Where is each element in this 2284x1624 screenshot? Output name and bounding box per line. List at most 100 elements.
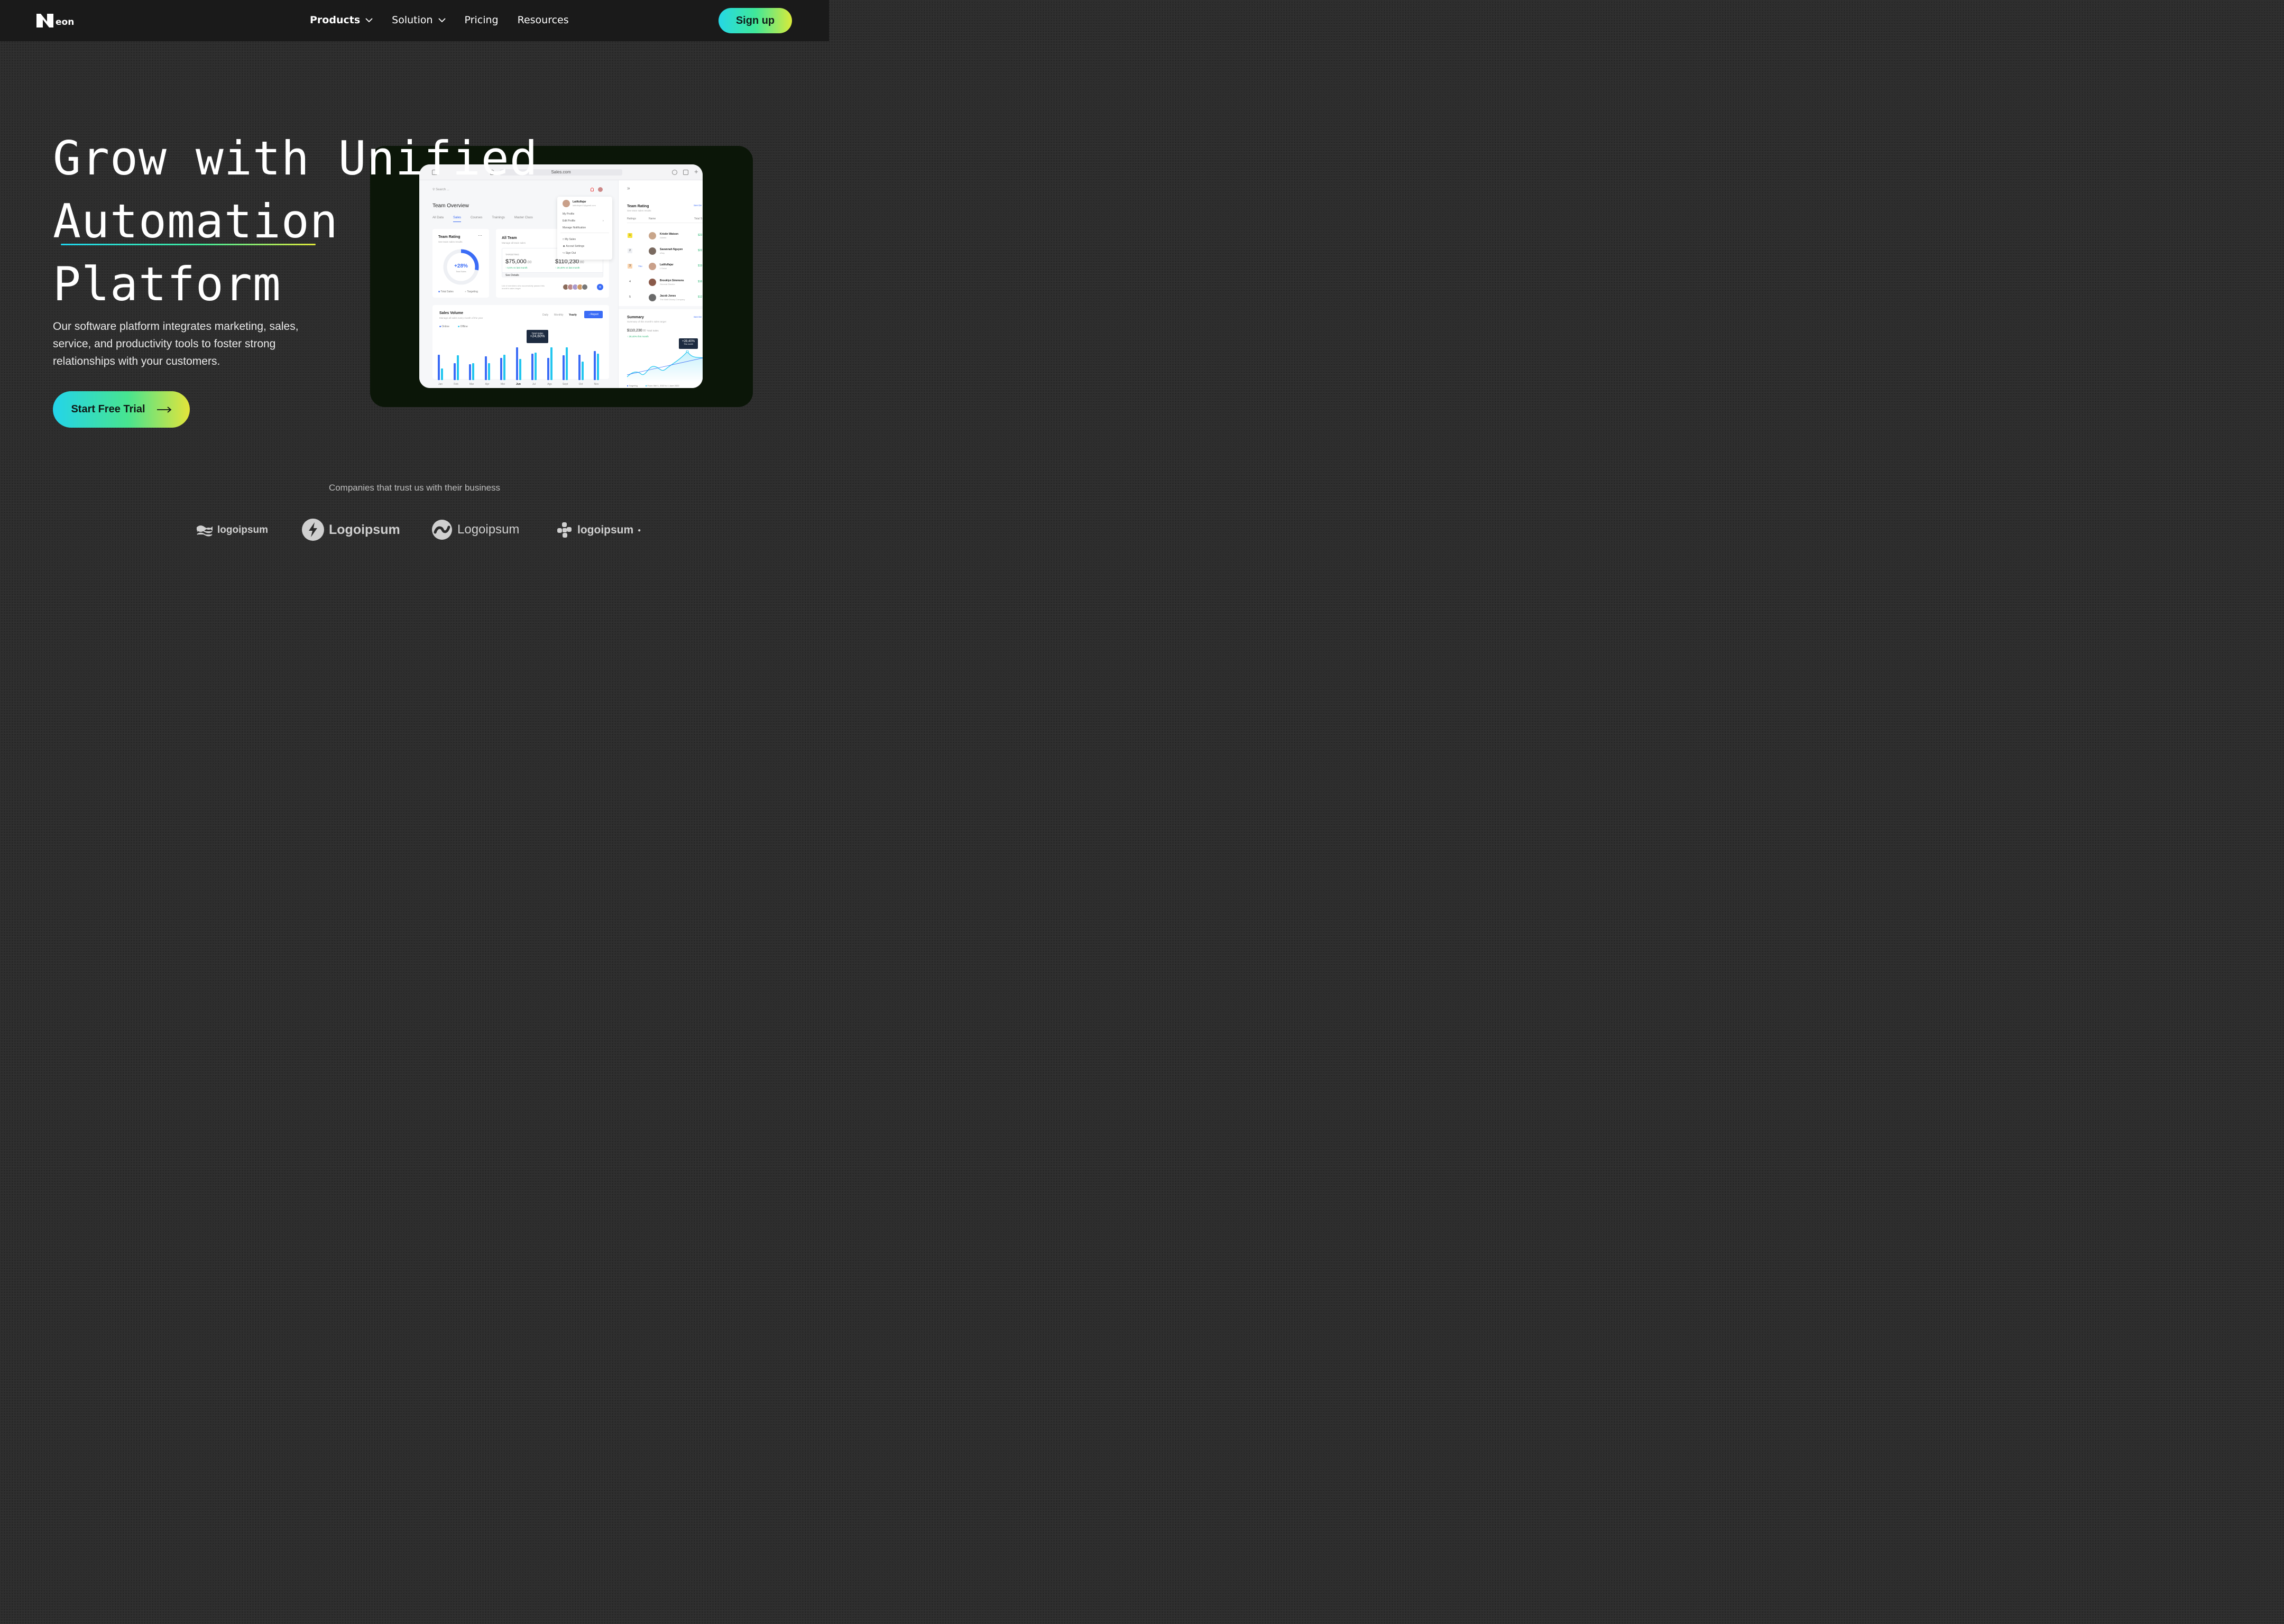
person-name: Brooklyn Simmons [660, 279, 684, 282]
bar-online-nov[interactable] [594, 351, 596, 380]
bar-offline-feb[interactable] [456, 355, 459, 380]
summary-legend-range: ■ From: Mei 1, 2022 to 1 June 2022 [646, 384, 679, 387]
pinwheel-logo-icon [557, 522, 572, 538]
menu-item-my-sales[interactable]: □ My Sales [563, 238, 576, 241]
bar-offline-mei[interactable] [503, 355, 505, 380]
hero-title-line: Platform [53, 257, 281, 311]
month-label: Mar [469, 383, 474, 386]
menu-item-edit-profile[interactable]: Edit Profile [563, 219, 575, 223]
month-label: Ags [547, 383, 552, 386]
col-total[interactable]: Total S [694, 217, 702, 220]
month-label: Apr [485, 383, 490, 386]
col-ratings[interactable]: Ratings [627, 217, 636, 220]
period-monthly[interactable]: Monthly [554, 313, 564, 317]
summary-tooltip: +28,40% This month [679, 338, 698, 349]
chevron-down-icon [365, 17, 373, 22]
partner-logo: Logoipsum [301, 518, 400, 541]
bell-icon[interactable] [591, 188, 594, 191]
bar-offline-sept[interactable] [566, 347, 568, 380]
avatar [649, 279, 656, 286]
legend-online: ■ Online [439, 325, 449, 328]
menu-item-account-settings[interactable]: ☻ Accout Settings [563, 245, 584, 248]
avatar[interactable] [598, 187, 603, 192]
you-tag: You [638, 265, 642, 267]
hero-title-line: Grow with Unified [53, 131, 538, 186]
col-name[interactable]: Name [649, 217, 656, 220]
month-label: Nov [594, 383, 599, 386]
period-daily[interactable]: Daily [542, 313, 548, 317]
person-name: Savannah Nguyen [660, 248, 683, 251]
report-button[interactable]: ↓ Report [584, 311, 603, 318]
avatar [649, 232, 656, 239]
period-yearly[interactable]: Yearly [569, 313, 577, 317]
profile-name: Latifulfajar [573, 200, 586, 204]
bar-online-jun[interactable] [515, 347, 518, 380]
url-text: Sales.com [551, 170, 571, 174]
bar-online-oct[interactable] [578, 355, 581, 380]
menu-item-my-profile[interactable]: My Profile [563, 213, 574, 216]
bar-online-apr[interactable] [484, 356, 487, 380]
nav-item-products[interactable]: Products [310, 14, 373, 26]
bar-online-jul[interactable] [531, 354, 533, 380]
divider [619, 306, 703, 309]
rank-badge: 3 [628, 264, 632, 269]
team-rating-side-panel: » Team Rating See team sales results See… [618, 180, 703, 388]
bar-online-jan[interactable] [438, 355, 440, 380]
bar-offline-apr[interactable] [487, 363, 490, 380]
start-free-trial-button[interactable]: Start Free Trial [53, 391, 190, 428]
person-company: The Walt Disney Company [660, 298, 685, 301]
expand-icon[interactable]: » [627, 186, 630, 191]
person-total: $16 [698, 280, 703, 283]
brand-logo[interactable]: eon [36, 14, 74, 27]
person-total: $22 [698, 249, 703, 252]
nav-item-label: Resources [517, 14, 569, 26]
bar-offline-nov[interactable] [597, 354, 599, 380]
bar-offline-jul[interactable] [535, 353, 537, 380]
partner-logo: Logoipsum [431, 520, 519, 540]
month-label: Jul [532, 383, 536, 386]
hero-title: Grow with Unified Automation Platform [53, 127, 538, 316]
bar-online-feb[interactable] [453, 363, 456, 380]
person-total: $12 [698, 296, 703, 299]
registered-dot-icon: ● [638, 527, 641, 533]
see-details-link[interactable]: See De [694, 204, 702, 207]
see-details-link[interactable]: See De [694, 316, 702, 318]
month-label: Feb [454, 383, 458, 386]
bar-online-ags[interactable] [547, 358, 549, 380]
bar-offline-oct[interactable] [581, 362, 584, 380]
total-delta: ↑ 28,40% vs last month [555, 266, 580, 269]
bar-online-mei[interactable] [500, 358, 502, 380]
nav-item-label: Solution [392, 14, 433, 26]
panel-title: Team Rating [627, 205, 649, 208]
month-label: Mei [500, 383, 505, 386]
month-label: Sept [562, 383, 568, 386]
person-company: General Electric [660, 283, 675, 285]
month-label: Oct [578, 383, 583, 386]
bar-offline-ags[interactable] [550, 347, 552, 380]
summary-area-chart [627, 350, 703, 382]
bar-online-mar[interactable] [469, 364, 471, 380]
panel-subtitle: See team sales results [627, 209, 651, 212]
bolt-logo-icon [302, 519, 324, 541]
add-member-button[interactable]: + [597, 284, 603, 290]
signup-button[interactable]: Sign up [719, 8, 792, 33]
nav-item-solution[interactable]: Solution [392, 14, 446, 26]
waves-logo-icon [197, 525, 213, 537]
nav-item-resources[interactable]: Resources [518, 14, 569, 26]
menu-item-sign-out[interactable]: ↪ Sign Out [563, 252, 576, 255]
brand-name: eon [56, 17, 75, 27]
partner-logos: logoipsum Logoipsum Logoipsum logoipsum ● [0, 517, 829, 543]
summary-delta: ↑ 28,40% this month [627, 335, 649, 338]
person-name: Latifulfajar [660, 263, 674, 266]
bar-offline-mar[interactable] [472, 363, 474, 380]
bar-offline-jan[interactable] [441, 368, 443, 380]
bar-online-sept[interactable] [563, 355, 565, 380]
menu-item-manage-notification[interactable]: Manage Notification [563, 226, 586, 229]
bar-offline-jun[interactable] [519, 359, 521, 380]
swirl-logo-icon [432, 520, 452, 540]
trust-heading: Companies that trust us with their busin… [328, 483, 501, 493]
nav-item-pricing[interactable]: Pricing [465, 14, 499, 26]
legend-offline: ■ Offline [458, 325, 468, 328]
sales-tooltip: Total Sales +24,60% [527, 330, 548, 343]
rank-badge: 5 [629, 296, 631, 299]
